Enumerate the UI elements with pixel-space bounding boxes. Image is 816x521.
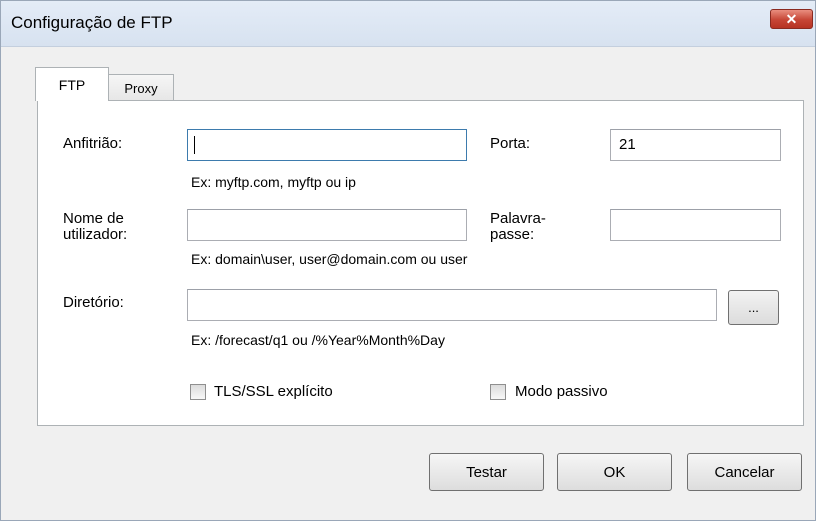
test-button-label: Testar (466, 463, 507, 481)
test-button[interactable]: Testar (429, 453, 544, 491)
username-input[interactable] (187, 209, 467, 241)
directory-hint: Ex: /forecast/q1 ou /%Year%Month%Day (191, 332, 445, 348)
text-caret (194, 136, 195, 154)
port-label: Porta: (490, 135, 531, 152)
port-input[interactable]: 21 (610, 129, 781, 161)
user-label-line2: utilizador: (63, 226, 128, 243)
host-input[interactable] (187, 129, 467, 161)
ftp-config-dialog: Configuração de FTP ✕ FTP Proxy Anfitriã… (0, 0, 816, 521)
password-label-line2: passe: (490, 226, 535, 243)
user-hint: Ex: domain\user, user@domain.com ou user (191, 251, 468, 267)
host-label: Anfitrião: (63, 135, 123, 152)
port-input-value: 21 (619, 136, 636, 153)
browse-button[interactable]: ... (728, 290, 779, 325)
cancel-button[interactable]: Cancelar (687, 453, 802, 491)
ok-button-label: OK (603, 463, 626, 481)
tls-label[interactable]: TLS/SSL explícito (214, 384, 333, 400)
ok-button[interactable]: OK (557, 453, 672, 491)
browse-button-label: ... (748, 300, 759, 315)
cancel-button-label: Cancelar (714, 463, 775, 481)
close-button[interactable]: ✕ (770, 9, 813, 29)
title-bar: Configuração de FTP ✕ (1, 1, 815, 47)
close-icon: ✕ (785, 10, 798, 27)
tls-checkbox[interactable] (190, 384, 206, 400)
window-title: Configuração de FTP (11, 13, 173, 32)
tab-ftp-label: FTP (58, 76, 86, 93)
directory-label: Diretório: (63, 294, 124, 311)
password-label-line1: Palavra- (490, 210, 546, 227)
passive-mode-checkbox[interactable] (490, 384, 506, 400)
directory-input[interactable] (187, 289, 717, 321)
password-input[interactable] (610, 209, 781, 241)
tab-proxy-label: Proxy (124, 80, 158, 96)
tab-ftp[interactable]: FTP (35, 67, 109, 101)
passive-mode-label[interactable]: Modo passivo (515, 384, 608, 400)
tab-proxy[interactable]: Proxy (108, 74, 174, 101)
host-hint: Ex: myftp.com, myftp ou ip (191, 174, 356, 190)
user-label-line1: Nome de (63, 210, 124, 227)
